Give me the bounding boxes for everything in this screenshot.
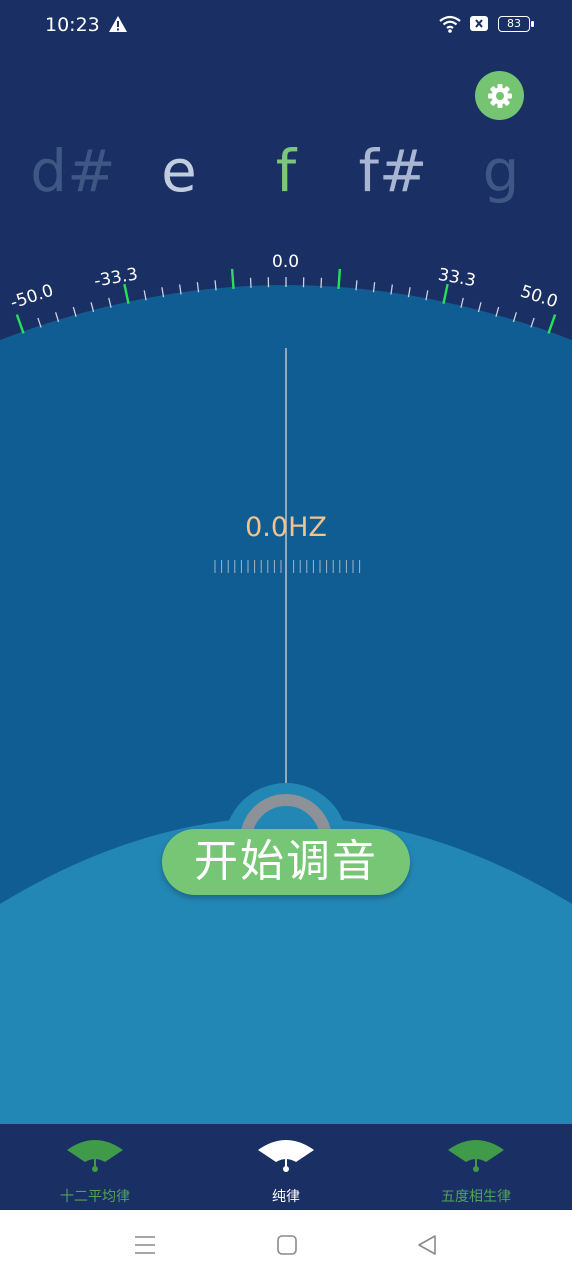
- note-g[interactable]: g: [446, 136, 556, 206]
- tab-label: 十二平均律: [60, 1189, 130, 1205]
- sim-off-icon: [470, 16, 488, 31]
- gauge-icon: [67, 1140, 123, 1172]
- tuner-meter: [0, 268, 572, 1124]
- note-d-sharp[interactable]: d#: [18, 136, 128, 206]
- wifi-icon: [439, 15, 461, 33]
- tab-pythagorean[interactable]: 五度相生律: [396, 1124, 556, 1210]
- gauge-icon: [448, 1140, 504, 1172]
- scale-tick-major: [123, 283, 130, 304]
- back-icon[interactable]: [416, 1234, 438, 1256]
- tuning-mode-tabbar: 十二平均律 纯律 五度相生律: [0, 1124, 572, 1210]
- warning-icon: [109, 16, 127, 32]
- note-f-sharp[interactable]: f#: [338, 136, 448, 206]
- tab-label: 纯律: [272, 1189, 300, 1205]
- gauge-icon: [258, 1140, 314, 1172]
- scale-label-zero: 0.0: [272, 252, 300, 272]
- menu-icon[interactable]: [134, 1234, 156, 1256]
- status-time: 10:23: [45, 14, 100, 36]
- system-navigation-bar: [0, 1210, 572, 1280]
- start-tuning-button[interactable]: 开始调音: [162, 829, 410, 895]
- note-e[interactable]: e: [124, 136, 234, 206]
- tab-equal-temperament[interactable]: 十二平均律: [15, 1124, 175, 1210]
- tab-just-intonation[interactable]: 纯律: [206, 1124, 366, 1210]
- frequency-readout: 0.0HZ: [245, 512, 327, 543]
- battery-icon: 83: [498, 16, 534, 32]
- home-icon[interactable]: [276, 1234, 298, 1256]
- gear-icon: [487, 83, 512, 108]
- settings-button[interactable]: [475, 71, 524, 120]
- scale-tick-major: [15, 314, 25, 334]
- tab-label: 五度相生律: [441, 1189, 511, 1205]
- scale-tick-major: [337, 268, 342, 289]
- note-f-selected[interactable]: f: [231, 136, 341, 206]
- scale-tick-major: [230, 268, 235, 289]
- scale-tick-major: [547, 314, 557, 334]
- scale-tick-major: [442, 283, 449, 304]
